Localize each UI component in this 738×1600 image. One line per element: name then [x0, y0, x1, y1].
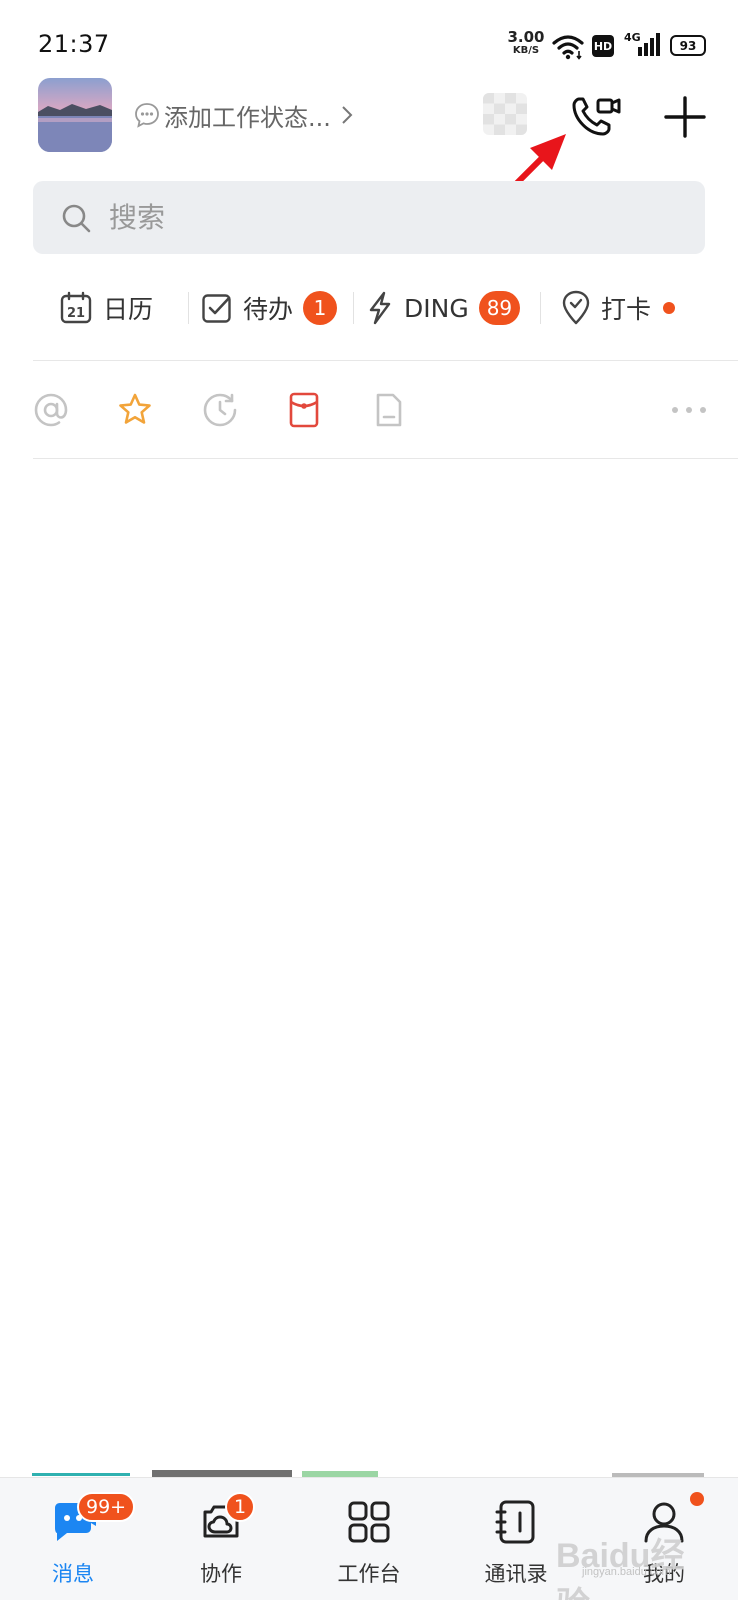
quick-item-label: 打卡: [601, 295, 652, 324]
status-bar: 21:37 3.00 KB/S HD 4G 93: [0, 0, 738, 80]
quick-item-label: 日历: [103, 295, 154, 324]
divider: [33, 458, 738, 459]
status-time: 21:37: [38, 30, 110, 58]
contacts-book-icon: [495, 1500, 535, 1544]
search-input[interactable]: [109, 201, 669, 234]
location-check-icon: [562, 290, 590, 325]
todo-badge: 1: [303, 291, 338, 325]
video-call-icon[interactable]: [570, 94, 622, 138]
calendar-day: 21: [67, 306, 85, 321]
battery-level: 93: [679, 38, 697, 53]
hd-icon: HD: [592, 35, 614, 57]
quick-item-calendar[interactable]: 21 日历: [33, 278, 188, 338]
divider: [33, 360, 738, 361]
chevron-right-icon: [342, 106, 353, 124]
tab-workbench[interactable]: 工作台: [309, 1478, 429, 1600]
checkin-dot: [663, 302, 676, 314]
quick-item-ding[interactable]: DING 89: [354, 278, 540, 338]
lightning-icon: [369, 291, 391, 325]
avatar[interactable]: [38, 78, 112, 152]
quick-item-todo[interactable]: 待办 1: [189, 278, 353, 338]
tab-label: 通讯录: [484, 1562, 548, 1586]
network-type-label: 4G: [624, 31, 641, 44]
cellular-signal-icon: 4G: [624, 31, 660, 59]
work-status-link[interactable]: 添加工作状态...: [134, 99, 353, 132]
quick-item-label: 待办: [243, 295, 294, 324]
ding-badge: 89: [478, 291, 521, 325]
search-bar[interactable]: [33, 181, 705, 254]
search-icon: [62, 204, 91, 232]
network-speed: 3.00 KB/S: [506, 30, 546, 56]
network-speed-value: 3.00: [507, 28, 545, 46]
sticker-placeholder[interactable]: [483, 93, 527, 135]
wifi-icon: [552, 35, 584, 60]
tab-me[interactable]: 我的: [604, 1478, 724, 1600]
tab-label: 消息: [52, 1562, 94, 1586]
tab-label: 协作: [200, 1562, 242, 1586]
workbench-grid-icon: [348, 1501, 390, 1543]
messages-badge: 99+: [77, 1492, 136, 1522]
document-icon[interactable]: [371, 392, 407, 428]
status-bubble-icon: [135, 103, 159, 128]
battery-icon: 93: [670, 35, 706, 56]
quick-item-checkin[interactable]: 打卡: [541, 278, 711, 338]
quick-item-label: DING: [404, 293, 469, 323]
network-speed-unit: KB/S: [512, 45, 540, 56]
bottom-tab-bar: 99+ 消息 1 协作 工作台 通讯录 我的: [0, 1477, 738, 1600]
more-dots-icon[interactable]: [669, 392, 709, 428]
hd-label: HD: [593, 39, 613, 53]
profile-icon: [644, 1502, 684, 1543]
collaboration-badge: 1: [225, 1492, 256, 1522]
quick-access-bar: 21 日历 待办 1 DING 89 打卡: [33, 278, 738, 338]
calendar-icon: 21: [60, 291, 92, 324]
tab-label: 我的: [643, 1562, 685, 1586]
work-status-label: 添加工作状态...: [164, 103, 331, 132]
star-icon[interactable]: [117, 392, 153, 428]
red-packet-icon[interactable]: [286, 392, 322, 428]
add-icon[interactable]: [662, 94, 708, 140]
me-dot: [690, 1492, 704, 1506]
checkerboard-image: [483, 93, 527, 135]
tab-contacts[interactable]: 通讯录: [456, 1478, 576, 1600]
tab-label: 工作台: [337, 1562, 401, 1586]
tab-messages[interactable]: 99+ 消息: [13, 1478, 136, 1600]
at-mention-icon[interactable]: [33, 392, 69, 428]
tab-collaboration[interactable]: 1 协作: [161, 1478, 281, 1600]
avatar-landscape-image: [38, 78, 112, 152]
message-filter-row: [33, 386, 738, 436]
recent-clock-icon[interactable]: [202, 392, 238, 428]
todo-check-icon: [202, 294, 231, 323]
